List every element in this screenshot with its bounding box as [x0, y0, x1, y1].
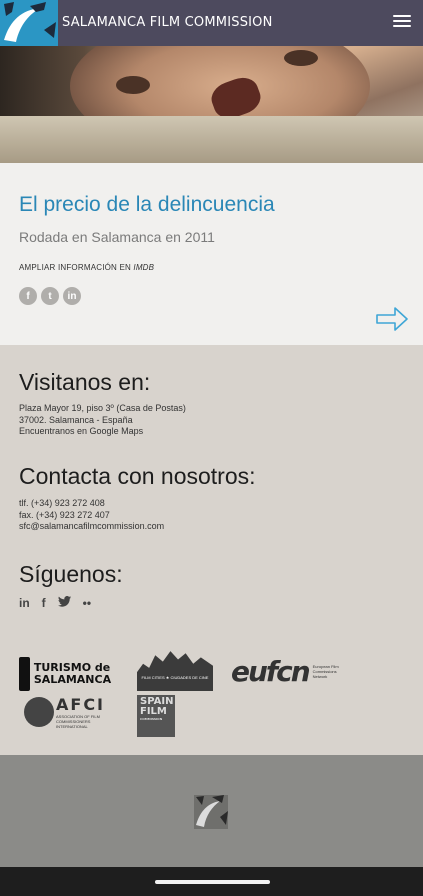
salamanca-film-commission-logo[interactable] [0, 0, 58, 46]
afci-logo[interactable]: AFCI ASSOCIATION OF FILM COMMISSIONERS I… [24, 695, 116, 729]
visit-address: Plaza Mayor 19, piso 3º (Casa de Postas)… [19, 403, 186, 438]
fax-text: fax. (+34) 923 272 407 [19, 509, 110, 520]
social-links: in f •• [19, 596, 91, 610]
linkedin-icon[interactable]: in [63, 287, 81, 305]
follow-heading: Síguenos: [19, 561, 123, 587]
facebook-icon[interactable]: f [19, 287, 37, 305]
imdb-label[interactable]: IMDB [133, 263, 154, 272]
imdb-prefix: AMPLIAR INFORMACIÓN EN [19, 263, 134, 272]
twitter-icon[interactable] [57, 596, 71, 610]
flickr-icon[interactable]: •• [83, 596, 91, 610]
linkedin-icon[interactable]: in [19, 596, 30, 610]
spain-film-commission-logo[interactable]: SPAIN FILM COMMISSION [137, 695, 175, 737]
film-subtitle: Rodada en Salamanca en 2011 [19, 229, 215, 245]
google-maps-link[interactable]: Encuentranos en Google Maps [19, 426, 143, 436]
film-card: El precio de la delincuencia Rodada en S… [0, 163, 423, 345]
email-link[interactable]: sfc@salamancafilmcommission.com [19, 521, 164, 531]
share-icons: f t in [19, 287, 81, 305]
imdb-link[interactable]: AMPLIAR INFORMACIÓN EN IMDB [19, 263, 154, 272]
eufcn-logo[interactable]: eufcn European Film Commissions Network [231, 655, 347, 688]
hamburger-menu-icon[interactable] [393, 12, 411, 32]
contact-details: tlf. (+34) 923 272 408 fax. (+34) 923 27… [19, 498, 164, 533]
film-still-image [0, 46, 423, 163]
address-line-1: Plaza Mayor 19, piso 3º (Casa de Postas) [19, 403, 186, 413]
film-cities-label: FILM CITIES ★ CIUDADES DE CINE [141, 675, 209, 680]
visit-heading: Visitanos en: [19, 369, 151, 395]
turismo-salamanca-logo[interactable]: TURISMO de SALAMANCA [19, 655, 129, 693]
page: SALAMANCA FILM COMMISSION El precio de l… [0, 0, 423, 896]
salamanca-film-commission-mark[interactable] [186, 787, 236, 835]
address-line-2: 37002. Salamanca - España [19, 414, 133, 425]
phone-text: tlf. (+34) 923 272 408 [19, 498, 105, 508]
facebook-icon[interactable]: f [42, 596, 46, 610]
site-title[interactable]: SALAMANCA FILM COMMISSION [62, 15, 273, 30]
film-cities-logo[interactable] [137, 651, 213, 691]
twitter-icon[interactable]: t [41, 287, 59, 305]
contact-heading: Contacta con nosotros: [19, 463, 256, 489]
partner-logos: TURISMO de SALAMANCA FILM CITIES ★ CIUDA… [19, 645, 409, 740]
bottom-bar [0, 755, 423, 867]
footer-info: Visitanos en: Plaza Mayor 19, piso 3º (C… [0, 345, 423, 755]
arrow-right-icon[interactable] [375, 306, 409, 332]
site-header: SALAMANCA FILM COMMISSION [0, 0, 423, 46]
home-indicator[interactable] [155, 880, 270, 884]
film-title: El precio de la delincuencia [19, 193, 275, 216]
